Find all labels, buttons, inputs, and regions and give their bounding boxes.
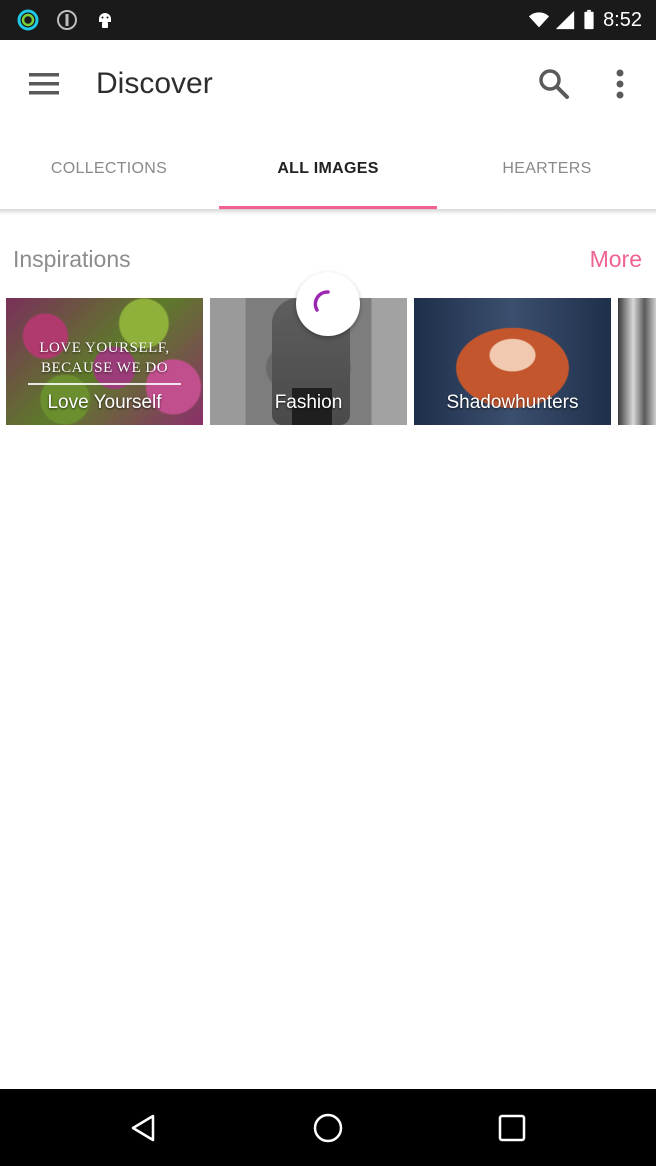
inspiration-card-love-yourself[interactable]: LOVE YOURSELF, BECAUSE WE DO Love Yourse… (6, 298, 203, 425)
card-label: Fashion (274, 392, 343, 413)
section-title: Inspirations (13, 246, 131, 272)
search-icon[interactable] (534, 64, 574, 104)
card-label: Love Yourself (47, 392, 162, 413)
android-status-icon (99, 13, 111, 28)
app-bar: Discover (0, 40, 656, 129)
tabs-divider (0, 209, 656, 215)
more-link[interactable]: More (590, 244, 642, 274)
tab-collections[interactable]: COLLECTIONS (0, 129, 218, 209)
status-time: 8:52 (603, 9, 642, 31)
inspiration-card-partial[interactable] (618, 298, 656, 425)
back-icon[interactable] (127, 1111, 161, 1145)
spinner-arc-icon (313, 290, 330, 312)
wifi-icon (528, 12, 550, 28)
home-icon[interactable] (311, 1111, 345, 1145)
tab-hearters[interactable]: HEARTERS (438, 129, 656, 209)
more-vert-icon[interactable] (604, 64, 636, 104)
info-status-icon (57, 10, 77, 30)
tab-all-images[interactable]: ALL IMAGES (219, 129, 437, 209)
page-title: Discover (96, 67, 213, 100)
battery-icon (584, 9, 594, 30)
navigation-bar (0, 1089, 656, 1166)
loading-spinner (296, 272, 360, 336)
status-bar: 8:52 (0, 0, 656, 40)
recents-icon[interactable] (495, 1111, 529, 1145)
card-quote-rule (28, 383, 181, 385)
card-quote-line: LOVE YOURSELF, (39, 340, 170, 356)
inspiration-card-shadowhunters[interactable]: Shadowhunters (414, 298, 611, 425)
card-quote-text: LOVE YOURSELF, BECAUSE WE DO (6, 338, 203, 378)
tab-bar: COLLECTIONS ALL IMAGES HEARTERS (0, 129, 656, 210)
card-label: Shadowhunters (446, 392, 579, 413)
ring-status-icon (17, 9, 39, 31)
hamburger-menu-icon[interactable] (26, 66, 62, 102)
card-quote-line: BECAUSE WE DO (40, 360, 169, 376)
signal-icon (555, 10, 575, 30)
